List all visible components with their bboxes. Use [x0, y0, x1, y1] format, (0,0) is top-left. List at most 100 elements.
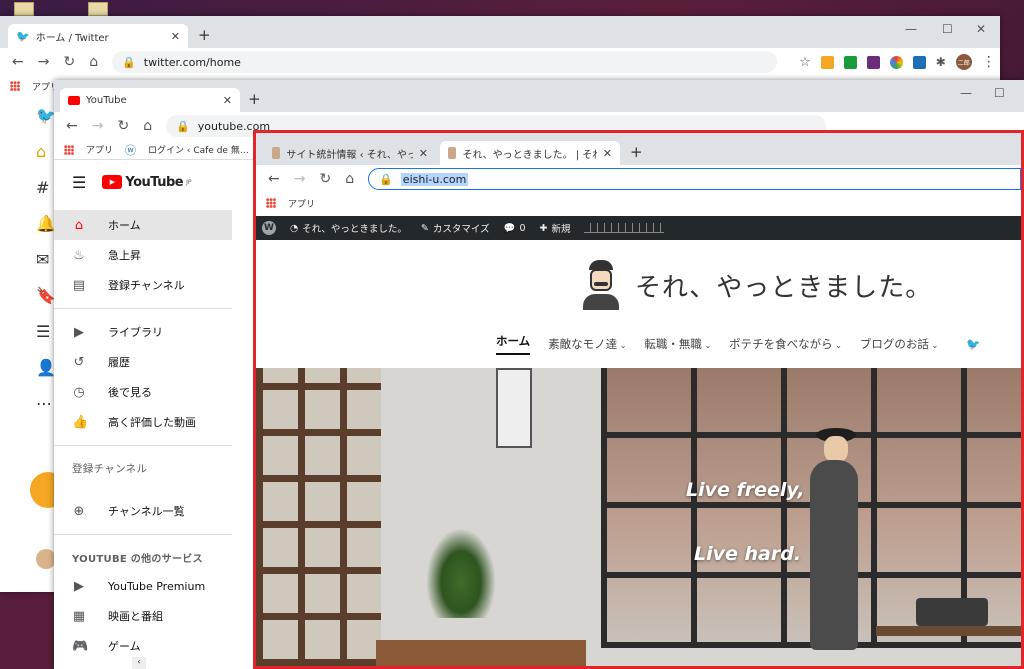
sidebar-item-subscriptions[interactable]: ▤ 登録チャンネル	[54, 270, 232, 300]
bookmark-icon[interactable]: 🔖	[36, 286, 56, 305]
apps-icon[interactable]	[10, 81, 20, 91]
forward-icon[interactable]: →	[294, 171, 306, 187]
reload-icon[interactable]: ↻	[117, 118, 129, 134]
new-tab-button[interactable]: +	[248, 90, 261, 108]
address-bar[interactable]: 🔒 twitter.com/home	[112, 51, 778, 73]
twitter-icon[interactable]: 🐦	[966, 337, 980, 351]
sidebar-item-label: 映画と番組	[108, 610, 163, 623]
close-tab-icon[interactable]: ✕	[171, 30, 180, 43]
admin-customize-link[interactable]: ✎ カスタマイズ	[420, 221, 490, 236]
plant	[426, 528, 496, 618]
extension-color-icon[interactable]	[889, 55, 903, 69]
maximize-button[interactable]: ☐	[942, 22, 953, 36]
close-window-button[interactable]: ✕	[976, 22, 986, 36]
home-icon[interactable]: ⌂	[143, 118, 152, 134]
sidebar-item-label: 高く評価した動画	[108, 416, 196, 429]
nav-nice-things[interactable]: 素敵なモノ達 ⌄	[548, 336, 626, 352]
avatar[interactable]	[36, 549, 56, 569]
nav-home[interactable]: ホーム	[496, 333, 531, 355]
apps-icon[interactable]	[64, 144, 74, 155]
sidebar-item-watch-later[interactable]: ◷ 後で見る	[54, 377, 232, 407]
sidebar-item-label: 履歴	[108, 356, 130, 369]
home-icon[interactable]: ⌂	[36, 142, 56, 161]
sidebar-item-channel-list[interactable]: ⊕ チャンネル一覧	[54, 496, 232, 526]
nav-potato-chips[interactable]: ポテチを食べながら ⌄	[729, 336, 842, 352]
address-bar[interactable]: 🔒 eishi-u.com	[368, 168, 1021, 190]
new-tab-button[interactable]: +	[198, 26, 211, 44]
url-text: eishi-u.com	[400, 172, 469, 186]
home-icon[interactable]: ⌂	[345, 171, 354, 187]
apps-icon[interactable]	[266, 198, 276, 208]
tab-blog-home[interactable]: それ、やっときました。 | それ、やっとき ✕	[440, 141, 620, 165]
admin-site-link[interactable]: ◔ それ、やっときました。	[290, 221, 407, 236]
nav-blog-talk[interactable]: ブログのお話 ⌄	[860, 336, 938, 352]
close-tab-icon[interactable]: ✕	[419, 147, 428, 160]
extension-purple-icon[interactable]	[866, 55, 880, 69]
puzzle-icon[interactable]: ✱	[936, 55, 946, 69]
site-favicon	[272, 147, 281, 159]
reload-icon[interactable]: ↻	[319, 171, 331, 187]
back-icon[interactable]: ←	[268, 171, 280, 187]
extension-s-icon[interactable]	[912, 55, 926, 69]
menu-icon[interactable]: ⋮	[982, 54, 996, 70]
desktop-folder-icon[interactable]	[88, 2, 108, 16]
admin-new-link[interactable]: ✚ 新規	[539, 221, 570, 236]
profile-icon[interactable]: 👤	[36, 358, 56, 377]
sidebar-item-movies[interactable]: ▦ 映画と番組	[54, 601, 232, 631]
youtube-logo[interactable]: ▶ YouTube JP	[102, 175, 191, 190]
bookmark-apps[interactable]: アプリ	[86, 143, 113, 156]
youtube-icon	[68, 95, 80, 105]
reload-icon[interactable]: ↻	[63, 54, 75, 70]
home-icon[interactable]: ⌂	[89, 54, 98, 70]
avatar[interactable]: 二郎	[955, 54, 972, 70]
extension-check-icon[interactable]	[843, 55, 857, 69]
new-tab-button[interactable]: +	[630, 143, 643, 161]
comment-icon: 💬	[503, 222, 516, 234]
desktop-folder-icon[interactable]	[14, 2, 34, 16]
mail-icon[interactable]: ✉	[36, 250, 56, 269]
bookmark-login[interactable]: ログイン ‹ Cafe de 無…	[148, 143, 249, 156]
tab-twitter[interactable]: 🐦 ホーム / Twitter ✕	[8, 24, 188, 48]
twitter-logo-icon[interactable]: 🐦	[36, 106, 56, 125]
hero-text: Live freely, Live hard.	[686, 458, 805, 586]
scroll-left-arrow[interactable]: ‹	[132, 657, 146, 669]
list-icon[interactable]: ☰	[36, 322, 56, 341]
back-icon[interactable]: ←	[12, 54, 24, 70]
maximize-button[interactable]: ☐	[994, 86, 1005, 100]
bookshelf	[256, 368, 381, 666]
back-icon[interactable]: ←	[66, 118, 78, 134]
stats-sparkline[interactable]	[584, 223, 665, 233]
tab-title: ホーム / Twitter	[35, 32, 109, 44]
forward-icon[interactable]: →	[38, 54, 50, 70]
sidebar-item-label: 急上昇	[108, 249, 141, 262]
bookmark-apps[interactable]: アプリ	[288, 197, 315, 210]
star-icon[interactable]: ☆	[799, 55, 811, 70]
sidebar-item-history[interactable]: ↺ 履歴	[54, 347, 232, 377]
bell-icon[interactable]: 🔔	[36, 214, 56, 233]
close-tab-icon[interactable]: ✕	[603, 147, 612, 160]
minimize-button[interactable]: —	[960, 86, 972, 100]
sidebar-item-premium[interactable]: ▶ YouTube Premium	[54, 571, 232, 601]
minimize-button[interactable]: —	[905, 22, 917, 36]
hashtag-icon[interactable]: #	[36, 178, 56, 197]
close-tab-icon[interactable]: ✕	[223, 94, 232, 107]
site-logo[interactable]: それ、やっときました。	[581, 260, 932, 310]
hamburger-menu-icon[interactable]: ☰	[72, 173, 86, 192]
wordpress-icon[interactable]: W	[262, 221, 276, 235]
sidebar-item-home[interactable]: ⌂ ホーム	[54, 210, 232, 240]
forward-icon[interactable]: →	[92, 118, 104, 134]
sidebar-item-liked[interactable]: 👍 高く評価した動画	[54, 407, 232, 437]
admin-comments-count: 0	[519, 222, 526, 234]
sidebar-item-library[interactable]: ▶ ライブラリ	[54, 317, 232, 347]
sidebar-item-trending[interactable]: ♨ 急上昇	[54, 240, 232, 270]
library-icon: ▶	[74, 324, 84, 340]
admin-comments-link[interactable]: 💬 0	[504, 223, 526, 234]
nav-jobs[interactable]: 転職・無職 ⌄	[644, 336, 711, 352]
site-title: それ、やっときました。	[635, 272, 933, 303]
youtube-header: ☰ ▶ YouTube JP	[54, 162, 254, 202]
more-icon[interactable]: ⋯	[36, 394, 56, 413]
tab-site-stats[interactable]: サイト統計情報 ‹ それ、やっときました ✕	[264, 141, 436, 165]
tab-youtube[interactable]: YouTube ✕	[60, 88, 240, 112]
brush-icon: ✎	[420, 222, 429, 234]
extension-chart-icon[interactable]	[820, 55, 834, 69]
